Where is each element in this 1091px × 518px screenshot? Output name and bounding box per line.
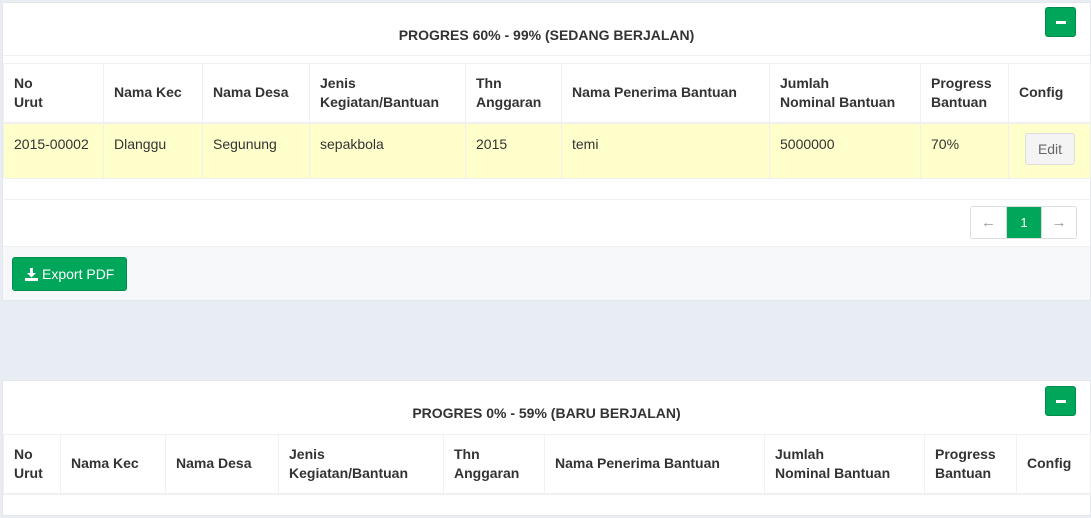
panel-footer: Export PDF	[3, 246, 1090, 300]
minus-icon	[1056, 400, 1066, 403]
pagination: ← 1 →	[970, 206, 1077, 239]
cell-nama-kec: Dlanggu	[103, 122, 203, 179]
cell-config: Edit	[1008, 122, 1091, 179]
cell-no-urut: 2015-00002	[3, 122, 104, 179]
header-nama-desa[interactable]: Nama Desa	[202, 63, 310, 124]
cell-jenis-kegiatan: sepakbola	[309, 122, 466, 179]
table-header-row: No Urut Nama Kec Nama Desa Jenis Kegiatan/…	[3, 434, 1091, 495]
divider	[3, 55, 1090, 56]
header-nama-kec[interactable]: Nama Kec	[60, 434, 166, 495]
header-jumlah-nominal[interactable]: Jumlah Nominal Bantuan	[769, 63, 921, 124]
header-thn-anggaran[interactable]: Thn Anggaran	[443, 434, 545, 495]
cell-nama-desa: Segunung	[202, 122, 310, 179]
cell-jumlah-nominal: 5000000	[769, 122, 921, 179]
export-pdf-label: Export PDF	[42, 266, 115, 282]
header-nama-desa[interactable]: Nama Desa	[165, 434, 279, 495]
header-jenis-kegiatan[interactable]: Jenis Kegiatan/Bantuan	[278, 434, 444, 495]
collapse-button[interactable]	[1045, 386, 1076, 416]
pagination-page-1[interactable]: 1	[1006, 207, 1041, 238]
export-pdf-button[interactable]: Export PDF	[12, 257, 128, 291]
pagination-next-button[interactable]: →	[1041, 207, 1076, 238]
header-progress-bantuan[interactable]: Progress Bantuan	[920, 63, 1009, 124]
header-no-urut[interactable]: No Urut	[3, 63, 104, 124]
table-spacer-row	[3, 178, 1091, 200]
header-progress-bantuan[interactable]: Progress Bantuan	[924, 434, 1017, 495]
data-table: No Urut Nama Kec Nama Desa Jenis Kegiatan/…	[3, 434, 1091, 495]
header-config: Config	[1016, 434, 1091, 495]
cell-thn-anggaran: 2015	[465, 122, 562, 179]
data-table: No Urut Nama Kec Nama Desa Jenis Kegiatan/…	[3, 63, 1091, 200]
panel-title: PROGRES 60% - 99% (SEDANG BERJALAN)	[398, 27, 695, 43]
collapse-button[interactable]	[1045, 7, 1076, 37]
header-nama-penerima[interactable]: Nama Penerima Bantuan	[544, 434, 765, 495]
header-nama-kec[interactable]: Nama Kec	[103, 63, 203, 124]
cell-nama-penerima: temi	[561, 122, 770, 179]
table-row: 2015-00002 Dlanggu Segunung sepakbola 20…	[3, 122, 1091, 179]
header-jenis-kegiatan[interactable]: Jenis Kegiatan/Bantuan	[309, 63, 466, 124]
header-no-urut[interactable]: No Urut	[3, 434, 61, 495]
download-icon	[25, 267, 38, 281]
pagination-prev-button[interactable]: ←	[971, 207, 1006, 238]
panel-progress-60-99: PROGRES 60% - 99% (SEDANG BERJALAN) No Ur…	[2, 2, 1091, 301]
panel-progress-0-59: PROGRES 0% - 59% (BARU BERJALAN) No Urut …	[2, 380, 1091, 516]
header-jumlah-nominal[interactable]: Jumlah Nominal Bantuan	[764, 434, 925, 495]
header-thn-anggaran[interactable]: Thn Anggaran	[465, 63, 562, 124]
cell-progress: 70%	[920, 122, 1009, 179]
table-header-row: No Urut Nama Kec Nama Desa Jenis Kegiatan/…	[3, 63, 1091, 124]
minus-icon	[1056, 21, 1066, 24]
panel-title: PROGRES 0% - 59% (BARU BERJALAN)	[412, 405, 681, 421]
header-config: Config	[1008, 63, 1091, 124]
edit-button[interactable]: Edit	[1025, 132, 1075, 165]
header-nama-penerima[interactable]: Nama Penerima Bantuan	[561, 63, 770, 124]
